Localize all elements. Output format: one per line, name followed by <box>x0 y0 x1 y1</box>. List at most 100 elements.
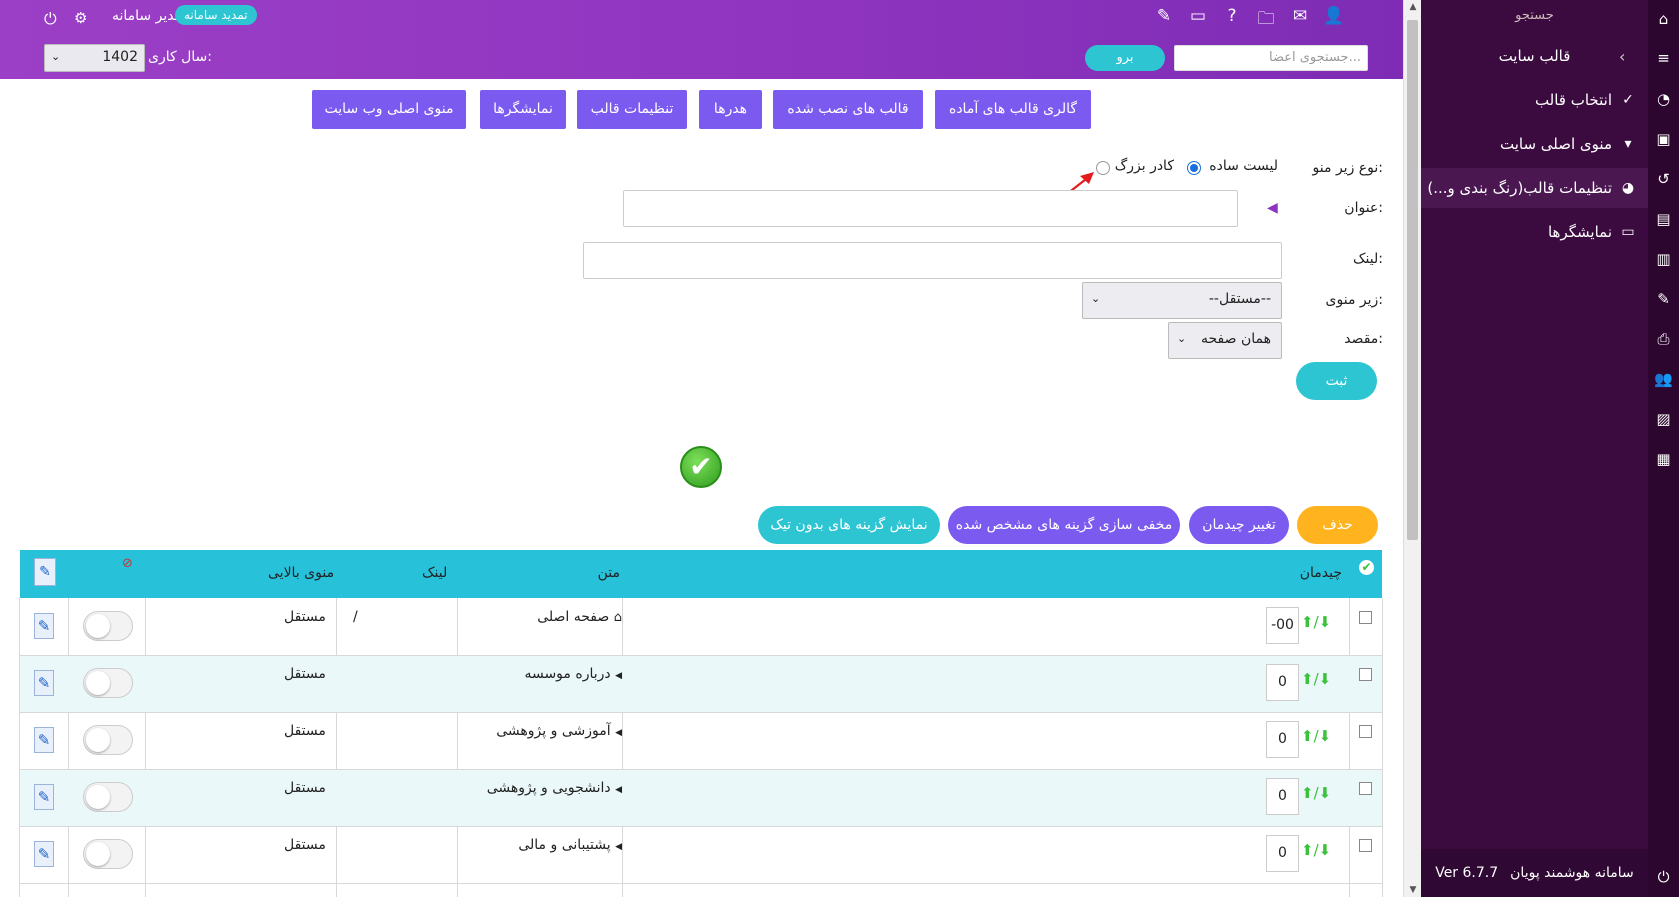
tab-template-settings[interactable]: تنظیمات قالب <box>577 90 687 129</box>
year-select[interactable]: ⌄ 1402 <box>44 44 145 72</box>
row-text: آموزشی و پژوهشی ◀ <box>496 723 622 739</box>
edit-icon[interactable]: ✎ <box>34 784 54 810</box>
title-input[interactable] <box>623 190 1238 227</box>
visibility-toggle[interactable] <box>83 611 133 641</box>
header-icons: ✎ ▭ ? 🗀 ✉ 👤 <box>1153 6 1345 35</box>
visibility-toggle[interactable] <box>83 725 133 755</box>
power-icon[interactable]: ⏻ <box>44 9 57 29</box>
scrollbar[interactable]: ▲ ▼ <box>1403 0 1421 897</box>
edit-icon[interactable]: ✎ <box>34 841 54 867</box>
renew-badge[interactable]: تمدید سامانه <box>175 5 257 25</box>
row-checkbox[interactable] <box>1359 725 1372 738</box>
mail-icon[interactable]: ✉ <box>1289 6 1311 35</box>
tab-template-gallery[interactable]: گالری قالب های آماده <box>935 90 1091 129</box>
row-link: / <box>353 609 358 625</box>
reorder-arrows-icon[interactable]: ⬆/⬇ <box>1301 784 1331 802</box>
hide-selected-button[interactable]: مخفی سازی گزینه های مشخص شده <box>948 506 1180 544</box>
edit-icon[interactable]: ✎ <box>34 670 54 696</box>
row-checkbox[interactable] <box>1359 782 1372 795</box>
users-icon[interactable]: 👥 <box>1648 370 1679 388</box>
scroll-up-icon[interactable]: ▲ <box>1404 2 1422 12</box>
tab-installed-templates[interactable]: قالب های نصب شده <box>773 90 923 129</box>
reorder-arrows-icon[interactable]: ⬆/⬇ <box>1301 613 1331 631</box>
edit-icon[interactable]: ✎ <box>1153 6 1175 35</box>
admin-name[interactable]: مدیر سامانه <box>112 8 182 24</box>
sidebar-item-select-template[interactable]: انتخاب قالب ✓ <box>1535 91 1636 109</box>
change-layout-button[interactable]: تغییر چیدمان <box>1189 506 1289 544</box>
row-checkbox[interactable] <box>1359 839 1372 852</box>
option-big-label: کادر بزرگ <box>1114 158 1174 174</box>
submit-button[interactable]: ثبت <box>1296 362 1377 400</box>
home-icon[interactable]: ⌂ <box>1648 10 1679 28</box>
sidebar-item-template-settings[interactable]: تنظیمات قالب(رنگ بندی و...) ◕ <box>1421 168 1648 208</box>
help-icon[interactable]: ? <box>1221 6 1243 35</box>
dashboard-icon[interactable]: ◔ <box>1648 90 1679 108</box>
monitor-icon: ▭ <box>1621 224 1635 240</box>
row-parent: مستقل <box>284 837 326 853</box>
check-circle-icon: ✓ <box>1622 92 1634 108</box>
scroll-thumb[interactable] <box>1407 20 1418 540</box>
print-icon[interactable]: ⎙ <box>1648 330 1679 348</box>
check-all-icon[interactable]: ✔ <box>1359 560 1374 575</box>
header-text: متن <box>597 565 620 581</box>
year-label: سال کاری: <box>148 49 212 65</box>
visibility-toggle[interactable] <box>83 668 133 698</box>
image-icon[interactable]: ▨ <box>1648 410 1679 428</box>
ticket-icon[interactable]: ▭ <box>1187 6 1209 35</box>
folder-icon[interactable]: 🗀 <box>1255 6 1277 35</box>
submenu-label: زیر منوی: <box>1325 292 1383 308</box>
scroll-down-icon[interactable]: ▼ <box>1404 885 1422 895</box>
menu-icon[interactable]: ≡ <box>1648 49 1679 67</box>
tab-main-menu[interactable]: منوی اصلی وب سایت <box>312 90 466 129</box>
visibility-toggle[interactable] <box>83 782 133 812</box>
edit-icon[interactable]: ✎ <box>34 727 54 753</box>
target-select[interactable]: ⌄ همان صفحه <box>1168 322 1282 359</box>
sidebar-search-input[interactable]: جستجو <box>1421 8 1648 23</box>
member-search-input[interactable]: جستجوی اعضا... <box>1174 45 1368 71</box>
power-icon[interactable]: ⏻ <box>1648 868 1679 886</box>
book-icon[interactable]: ▥ <box>1648 250 1679 268</box>
reorder-arrows-icon[interactable]: ⬆/⬇ <box>1301 727 1331 745</box>
submenu-select[interactable]: ⌄ --مستقل-- <box>1082 282 1282 319</box>
go-button[interactable]: برو <box>1085 45 1165 71</box>
gears-icon[interactable]: ⚙ <box>74 9 89 27</box>
chevron-down-icon: ⌄ <box>1091 292 1101 305</box>
show-unchecked-button[interactable]: نمایش گزینه های بدون تیک <box>758 506 940 544</box>
reorder-arrows-icon[interactable]: ⬆/⬇ <box>1301 670 1331 688</box>
caret-left-icon: ◀ <box>615 728 622 738</box>
row-text: صفحه اصلی ⌂ <box>537 609 622 625</box>
user-screen-icon[interactable]: ▤ <box>1648 210 1679 228</box>
edit-icon[interactable]: ✎ <box>34 613 54 639</box>
history-icon[interactable]: ↺ <box>1648 170 1679 188</box>
delete-button[interactable]: حذف <box>1297 506 1378 544</box>
row-checkbox[interactable] <box>1359 611 1372 624</box>
row-checkbox[interactable] <box>1359 668 1372 681</box>
table-row: ⬆/⬇ 0 پشتیبانی و مالی ◀ مستقل ✎ <box>20 827 1382 884</box>
reorder-arrows-icon[interactable]: ⬆/⬇ <box>1301 841 1331 859</box>
order-input[interactable]: 0 <box>1266 835 1299 872</box>
calendar-icon[interactable]: ▦ <box>1648 450 1679 468</box>
table-row: ⬆/⬇ 0 آموزشی و پژوهشی ◀ مستقل ✎ <box>20 713 1382 770</box>
order-input[interactable]: 0 <box>1266 721 1299 758</box>
title-label: عنوان: <box>1344 200 1383 216</box>
order-input[interactable]: 0 <box>1266 664 1299 701</box>
table-row: ⬆/⬇ 0 درباره موسسه ◀ مستقل ✎ <box>20 656 1382 713</box>
tab-displays[interactable]: نمایشگرها <box>480 90 566 129</box>
order-input[interactable]: 0 <box>1266 778 1299 815</box>
radio-simple-list[interactable] <box>1187 161 1201 175</box>
sidebar-item-main-menu[interactable]: منوی اصلی سایت ▾ <box>1500 135 1636 153</box>
order-input[interactable]: -00 <box>1266 607 1299 644</box>
save-icon[interactable]: ▣ <box>1648 130 1679 148</box>
tab-headers[interactable]: هدرها <box>699 90 762 129</box>
chevron-left-icon[interactable]: ‹ <box>1619 47 1625 66</box>
row-parent: مستقل <box>284 609 326 625</box>
row-text: پشتیبانی و مالی ◀ <box>518 837 622 853</box>
link-input[interactable] <box>583 242 1282 279</box>
sidebar-item-displays[interactable]: نمایشگرها ▭ <box>1548 223 1636 241</box>
header-link: لینک <box>422 565 448 581</box>
visibility-toggle[interactable] <box>83 839 133 869</box>
edit-square-icon[interactable]: ✎ <box>1648 290 1679 308</box>
user-plus-icon[interactable]: 👤 <box>1323 6 1345 35</box>
edit-all-icon[interactable]: ✎ <box>34 558 56 586</box>
sidebar-section-title[interactable]: ‹ قالب سایت <box>1421 47 1648 67</box>
